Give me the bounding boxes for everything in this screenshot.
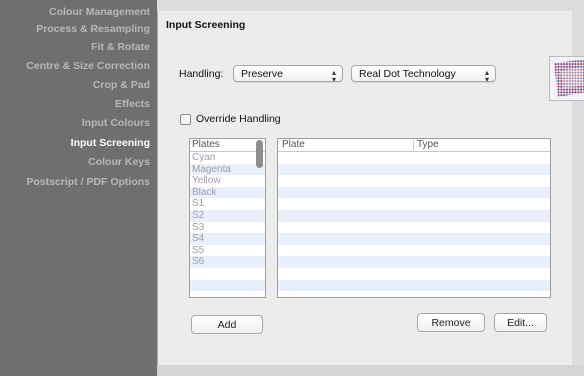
table-row	[278, 210, 550, 222]
edit-button[interactable]: Edit...	[494, 313, 547, 332]
list-item-label: S2	[192, 210, 205, 221]
remove-button[interactable]: Remove	[417, 313, 485, 332]
table-row	[278, 175, 550, 187]
technology-popup-value: Real Dot Technology	[359, 68, 456, 80]
handling-popup[interactable]: Preserve ▴ ▾	[233, 65, 343, 84]
plates-list-header: Plates	[190, 139, 265, 152]
sidebar-item-postscript-pdf-options[interactable]: Postscript / PDF Options	[26, 176, 150, 188]
list-item-empty	[190, 268, 265, 280]
list-item[interactable]: S5	[190, 245, 265, 257]
sidebar-item-centre-size-correction[interactable]: Centre & Size Correction	[26, 60, 150, 72]
sidebar-item-colour-keys[interactable]: Colour Keys	[88, 156, 150, 168]
halftone-screen-icon	[549, 56, 584, 101]
technology-popup[interactable]: Real Dot Technology ▴ ▾	[351, 65, 496, 84]
sidebar-item-input-screening[interactable]: Input Screening	[71, 137, 150, 149]
sidebar-item-colour-management[interactable]: Colour Management	[49, 6, 150, 18]
column-divider	[413, 140, 414, 150]
table-header: Plate Type	[278, 139, 550, 152]
plates-column-header[interactable]: Plates	[192, 139, 220, 151]
table-row	[278, 256, 550, 268]
sidebar-item-crop-pad[interactable]: Crop & Pad	[93, 79, 150, 91]
sidebar-item-effects[interactable]: Effects	[115, 98, 150, 110]
list-item[interactable]: Cyan	[190, 152, 265, 164]
plates-list-scrollbar[interactable]	[256, 140, 263, 168]
updown-chevron-icon: ▴ ▾	[331, 68, 336, 84]
list-item[interactable]: Black	[190, 186, 265, 199]
table-row	[278, 245, 550, 257]
override-handling-label[interactable]: Override Handling	[196, 113, 281, 125]
table-row	[278, 233, 550, 245]
list-item[interactable]: S1	[190, 198, 265, 210]
plate-column-header[interactable]: Plate	[282, 139, 305, 151]
panel-footer-shadow	[157, 365, 584, 376]
input-screening-panel: Input Screening Handling: Preserve ▴ ▾ Re…	[157, 11, 584, 365]
table-row	[278, 152, 550, 164]
sidebar: Colour Management Process & Resampling F…	[0, 0, 157, 376]
top-gutter	[157, 0, 584, 11]
table-row	[278, 186, 550, 199]
list-item-empty	[190, 279, 265, 292]
list-item[interactable]: S2	[190, 210, 265, 222]
sidebar-item-process-resampling[interactable]: Process & Resampling	[36, 23, 150, 35]
list-item-label: S3	[192, 221, 205, 233]
add-button[interactable]: Add	[191, 315, 263, 334]
sidebar-item-input-colours[interactable]: Input Colours	[82, 117, 150, 129]
panel-title: Input Screening	[166, 19, 246, 31]
list-item[interactable]: Magenta	[190, 163, 265, 176]
list-item[interactable]: S4	[190, 233, 265, 245]
list-item-label: Yellow	[192, 175, 221, 187]
list-item-label: Black	[192, 186, 217, 198]
list-item-label: S1	[192, 198, 205, 210]
handling-popup-value: Preserve	[241, 68, 284, 80]
list-item[interactable]: S6	[190, 256, 265, 268]
table-row	[278, 279, 550, 292]
list-item[interactable]: Yellow	[190, 175, 265, 187]
list-item-label: S6	[192, 256, 205, 268]
list-item-label: Cyan	[192, 152, 216, 163]
list-item-label: S5	[192, 244, 205, 256]
updown-chevron-icon: ▴ ▾	[484, 68, 489, 84]
table-row	[278, 268, 550, 280]
list-item-label: Magenta	[192, 163, 231, 175]
list-item[interactable]: S3	[190, 222, 265, 234]
plate-type-table[interactable]: Plate Type	[277, 138, 551, 298]
table-row	[278, 163, 550, 176]
sidebar-item-fit-rotate[interactable]: Fit & Rotate	[91, 41, 150, 53]
handling-label: Handling:	[179, 68, 224, 80]
table-row	[278, 222, 550, 234]
override-handling-checkbox[interactable]	[180, 114, 191, 125]
list-item-label: S4	[192, 233, 205, 245]
table-row	[278, 198, 550, 210]
type-column-header[interactable]: Type	[417, 139, 439, 151]
plates-list[interactable]: Plates Cyan Magenta Yellow Black S1 S2 S…	[189, 138, 266, 298]
